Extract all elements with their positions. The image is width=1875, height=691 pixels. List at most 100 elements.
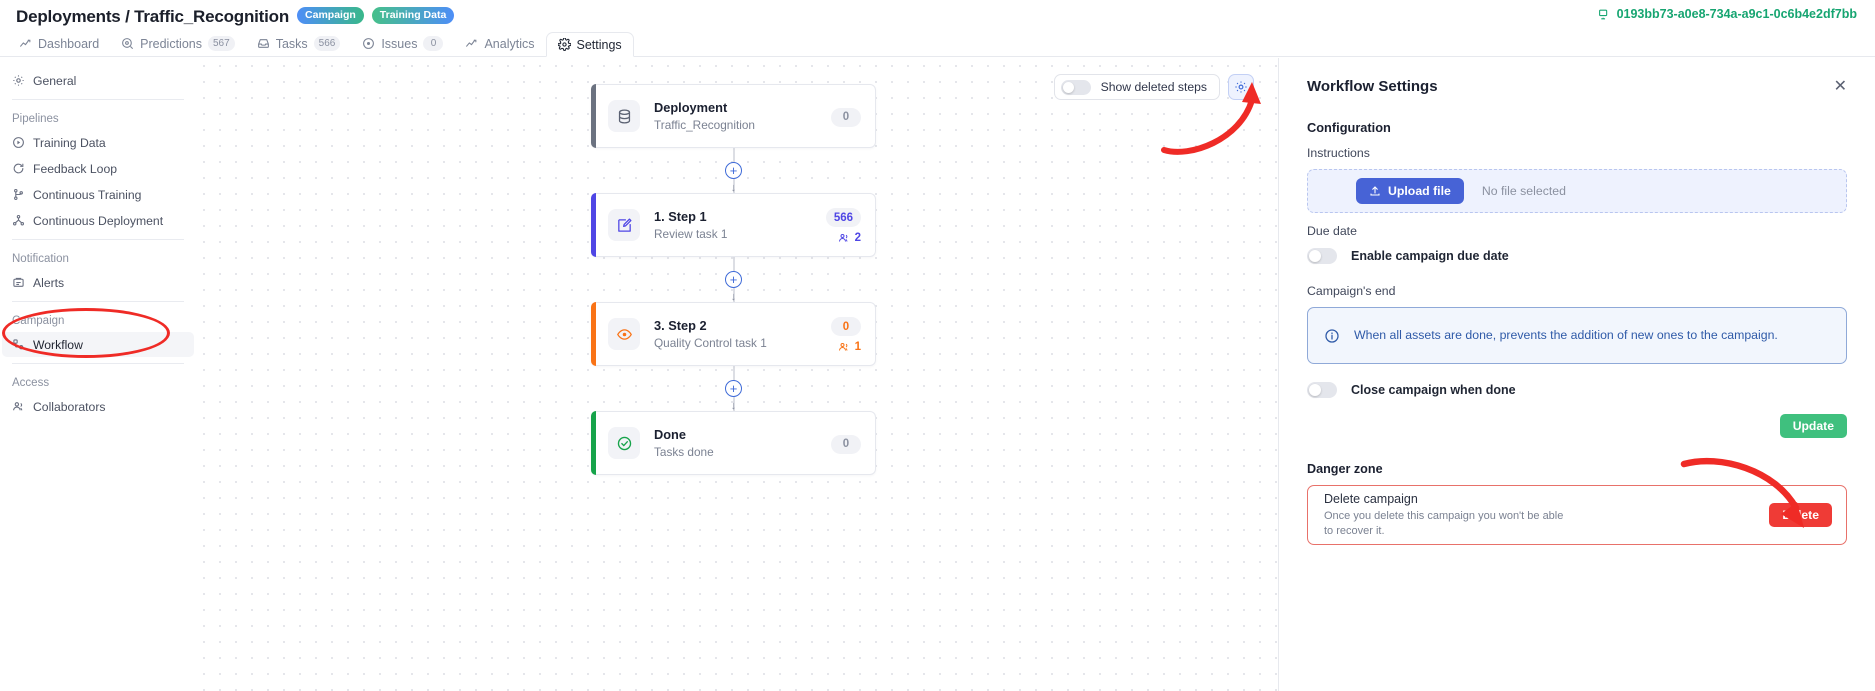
sidebar-item-general[interactable]: General: [2, 68, 194, 93]
add-step-button[interactable]: +: [725, 162, 742, 179]
step-title: Done: [654, 427, 686, 442]
delete-campaign-button[interactable]: Delete: [1769, 503, 1832, 527]
danger-zone-box: Delete campaign Once you delete this cam…: [1307, 485, 1847, 545]
show-deleted-steps-label: Show deleted steps: [1100, 80, 1207, 94]
close-campaign-row[interactable]: Close campaign when done: [1307, 382, 1847, 398]
tab-issues[interactable]: Issues 0: [351, 31, 454, 56]
step-assignees: 1: [838, 341, 861, 353]
sidebar-item-collaborators[interactable]: Collaborators: [2, 394, 194, 419]
inbox-icon: [257, 37, 270, 50]
step-meta: 0: [831, 85, 861, 149]
edit-square-icon: [616, 217, 633, 234]
sidebar-item-label: Continuous Training: [33, 187, 142, 202]
workflow-step-card[interactable]: 1. Step 1 Review task 1 566 2: [591, 193, 876, 257]
step-subtitle: Tasks done: [654, 445, 714, 459]
gear-icon: [1234, 80, 1248, 94]
sidebar-item-feedback-loop[interactable]: Feedback Loop: [2, 156, 194, 181]
tab-label: Issues: [381, 36, 418, 51]
sidebar-item-label: Collaborators: [33, 399, 106, 414]
step-meta: 0: [831, 412, 861, 476]
panel-title: Workflow Settings: [1307, 78, 1438, 95]
workflow-step-card[interactable]: Done Tasks done 0: [591, 411, 876, 475]
eye-target-icon: [616, 326, 633, 343]
step-meta: 0 1: [831, 303, 861, 367]
step-icon-wrap: [608, 318, 640, 350]
tab-label: Dashboard: [38, 36, 100, 51]
sidebar-group-notification: Notification: [12, 253, 69, 265]
step-title: 1. Step 1: [654, 209, 707, 224]
upload-file-button[interactable]: Upload file: [1356, 178, 1464, 204]
sidebar-item-training-data[interactable]: Training Data: [2, 130, 194, 155]
tab-count: 566: [313, 36, 341, 51]
workflow-step-card[interactable]: 3. Step 2 Quality Control task 1 0 1: [591, 302, 876, 366]
workflow-settings-gear-button[interactable]: [1228, 74, 1254, 100]
sidebar-divider: [12, 363, 184, 364]
enable-due-date-label: Enable campaign due date: [1351, 249, 1509, 263]
sidebar-item-label: Training Data: [33, 135, 106, 150]
add-step-button[interactable]: +: [725, 271, 742, 288]
add-step-button[interactable]: +: [725, 380, 742, 397]
upload-file-label: Upload file: [1388, 184, 1451, 198]
step-count-badge: 0: [831, 317, 861, 336]
workflow-step-card[interactable]: Deployment Traffic_Recognition 0: [591, 84, 876, 148]
instructions-upload-area[interactable]: Upload file No file selected: [1307, 169, 1847, 213]
campaign-end-label: Campaign's end: [1307, 284, 1396, 298]
step-icon-wrap: [608, 100, 640, 132]
tab-predictions[interactable]: Predictions 567: [110, 31, 246, 56]
deployment-id-text: 0193bb73-a0e8-734a-a9c1-0c6b4e2df7bb: [1616, 7, 1857, 21]
panel-header: Workflow Settings ✕: [1307, 78, 1847, 95]
info-icon: [1324, 328, 1340, 344]
users-icon: [12, 400, 25, 413]
breadcrumb: Deployments / Traffic_Recognition: [16, 7, 290, 26]
tab-label: Predictions: [140, 36, 202, 51]
toggle-switch[interactable]: [1060, 79, 1091, 95]
tab-tasks[interactable]: Tasks 566: [246, 31, 352, 56]
sidebar-item-label: Continuous Deployment: [33, 213, 164, 228]
sidebar-group-campaign: Campaign: [12, 315, 65, 327]
tab-dashboard[interactable]: Dashboard: [8, 31, 110, 56]
close-icon[interactable]: ✕: [1834, 78, 1847, 95]
close-campaign-toggle[interactable]: [1307, 382, 1337, 398]
step-icon-wrap: [608, 427, 640, 459]
show-deleted-steps-toggle[interactable]: Show deleted steps: [1053, 74, 1220, 100]
step-connector: + ↓: [591, 257, 876, 303]
sidebar-group-pipelines: Pipelines: [12, 113, 59, 125]
refresh-icon: [12, 162, 25, 175]
update-button[interactable]: Update: [1779, 414, 1847, 438]
configuration-title: Configuration: [1307, 120, 1391, 135]
top-bar: Deployments / Traffic_Recognition Campai…: [0, 0, 1875, 34]
copy-icon: [1598, 8, 1611, 21]
enable-due-date-toggle[interactable]: [1307, 248, 1337, 264]
users-icon: [838, 341, 850, 353]
tab-settings[interactable]: Settings: [545, 32, 634, 57]
delete-campaign-text: Delete campaign Once you delete this cam…: [1324, 492, 1569, 539]
deployment-id[interactable]: 0193bb73-a0e8-734a-a9c1-0c6b4e2df7bb: [1598, 7, 1857, 21]
sidebar-item-alerts[interactable]: Alerts: [2, 270, 194, 295]
step-meta: 566 2: [825, 194, 861, 258]
sidebar-group-access: Access: [12, 377, 50, 389]
network-icon: [12, 214, 25, 227]
sidebar-item-continuous-training[interactable]: Continuous Training: [2, 182, 194, 207]
workflow-icon: [12, 338, 25, 351]
upload-icon: [1369, 185, 1381, 197]
tab-bar: Dashboard Predictions 567 Tasks 566 Issu…: [0, 31, 1875, 57]
sidebar-item-label: Feedback Loop: [33, 161, 118, 176]
step-count-badge: 0: [831, 107, 861, 127]
step-connector: + ↓: [591, 366, 876, 412]
step-subtitle: Quality Control task 1: [654, 336, 767, 350]
settings-sidebar: General Pipelines Training Data Feedback…: [0, 57, 196, 691]
tab-analytics[interactable]: Analytics: [454, 31, 545, 56]
play-circle-icon: [12, 136, 25, 149]
sidebar-item-workflow[interactable]: Workflow: [2, 332, 194, 357]
workflow-canvas[interactable]: Show deleted steps Deployment Traffic_Re…: [196, 58, 1279, 691]
target-icon: [121, 37, 134, 50]
tab-count: 0: [423, 36, 444, 51]
delete-campaign-title: Delete campaign: [1324, 491, 1418, 506]
enable-due-date-row[interactable]: Enable campaign due date: [1307, 248, 1847, 264]
assignee-count: 2: [854, 232, 861, 244]
sidebar-item-continuous-deployment[interactable]: Continuous Deployment: [2, 208, 194, 233]
tag-training-data: Training Data: [371, 6, 455, 24]
step-assignees: 2: [838, 232, 861, 244]
step-subtitle: Review task 1: [654, 227, 728, 241]
close-campaign-label: Close campaign when done: [1351, 383, 1516, 397]
